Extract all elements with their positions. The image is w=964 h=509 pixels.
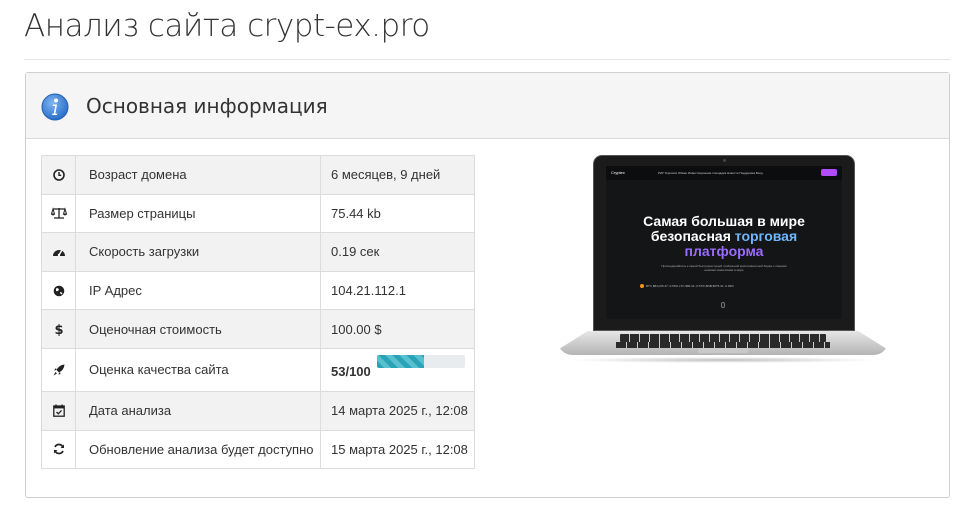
row-value: 15 марта 2025 г., 12:08 (320, 429, 475, 470)
site-screenshot-preview: Cryptex P2P Торговля Обмен Инвестиционна… (558, 155, 888, 367)
table-row: Дата анализа 14 марта 2025 г., 12:08 (41, 390, 475, 431)
quality-progress-bar (377, 355, 466, 369)
panel-header: Основная информация (26, 73, 949, 139)
preview-ticker: BTC $84,025.47 -0.56% LTC $86.43 -0.57% … (640, 284, 810, 289)
panel-title: Основная информация (86, 94, 328, 118)
globe-icon (53, 285, 64, 296)
svg-text:$: $ (54, 323, 63, 336)
row-label: Размер страницы (75, 193, 321, 234)
row-label: Дата анализа (75, 390, 321, 431)
scale-icon (50, 207, 67, 220)
title-divider (24, 59, 950, 60)
row-value: 100.00 $ (320, 309, 475, 349)
row-value: 0.19 сек (320, 232, 475, 272)
table-row: Обновление анализа будет доступно 15 мар… (41, 429, 475, 470)
dollar-icon: $ (54, 323, 63, 336)
preview-headline: Самая большая в мире безопасная торговая… (643, 213, 805, 259)
row-value: 104.21.112.1 (320, 270, 475, 311)
row-label: Скорость загрузки (75, 232, 321, 272)
btc-coin-icon (640, 284, 644, 289)
table-row: Размер страницы 75.44 kb (41, 193, 475, 234)
table-row: Возраст домена 6 месяцев, 9 дней (41, 155, 475, 195)
table-row: $ Оценочная стоимость 100.00 $ (41, 309, 475, 349)
row-value: 6 месяцев, 9 дней (320, 155, 475, 195)
row-label: IP Адрес (75, 270, 321, 311)
laptop-lid: Cryptex P2P Торговля Обмен Инвестиционна… (593, 155, 855, 331)
calendar-check-icon (52, 404, 65, 418)
preview-nav-links: P2P Торговля Обмен Инвестиционная площад… (658, 171, 763, 175)
rocket-icon (53, 364, 64, 376)
row-label: Оценка качества сайта (75, 347, 321, 392)
laptop-keyboard (620, 334, 826, 342)
info-icon (41, 93, 69, 121)
preview-logo: Cryptex (611, 170, 625, 175)
laptop-screen: Cryptex P2P Торговля Обмен Инвестиционна… (606, 166, 842, 319)
clock-icon (52, 168, 65, 181)
main-info-panel: Основная информация Возраст домена 6 мес… (25, 72, 950, 498)
row-label: Оценочная стоимость (75, 309, 321, 349)
refresh-icon (53, 444, 64, 455)
table-row: Скорость загрузки 0.19 сек (41, 232, 475, 272)
preview-register-button (821, 169, 837, 176)
speedometer-icon (52, 249, 65, 257)
row-value: 14 марта 2025 г., 12:08 (320, 390, 475, 431)
page-title: Анализ сайта crypt-ex.pro (24, 8, 430, 44)
row-label: Обновление анализа будет доступно (75, 429, 321, 470)
laptop-shadow (568, 357, 878, 363)
laptop-trackpad (698, 348, 748, 353)
scroll-mouse-icon (721, 302, 725, 308)
quality-score: 53/100 (331, 364, 371, 380)
laptop-camera (723, 159, 726, 162)
preview-subtext: Присоединяйтесь к самой быстрорастущей г… (661, 264, 787, 272)
preview-navbar: Cryptex P2P Торговля Обмен Инвестиционна… (606, 166, 842, 180)
row-label: Возраст домена (75, 155, 321, 195)
table-row: Оценка качества сайта 53/100 (41, 347, 475, 392)
table-row: IP Адрес 104.21.112.1 (41, 270, 475, 311)
row-value: 75.44 kb (320, 193, 475, 234)
quality-progress-fill (377, 355, 425, 369)
info-table: Возраст домена 6 месяцев, 9 дней Размер … (41, 155, 475, 470)
